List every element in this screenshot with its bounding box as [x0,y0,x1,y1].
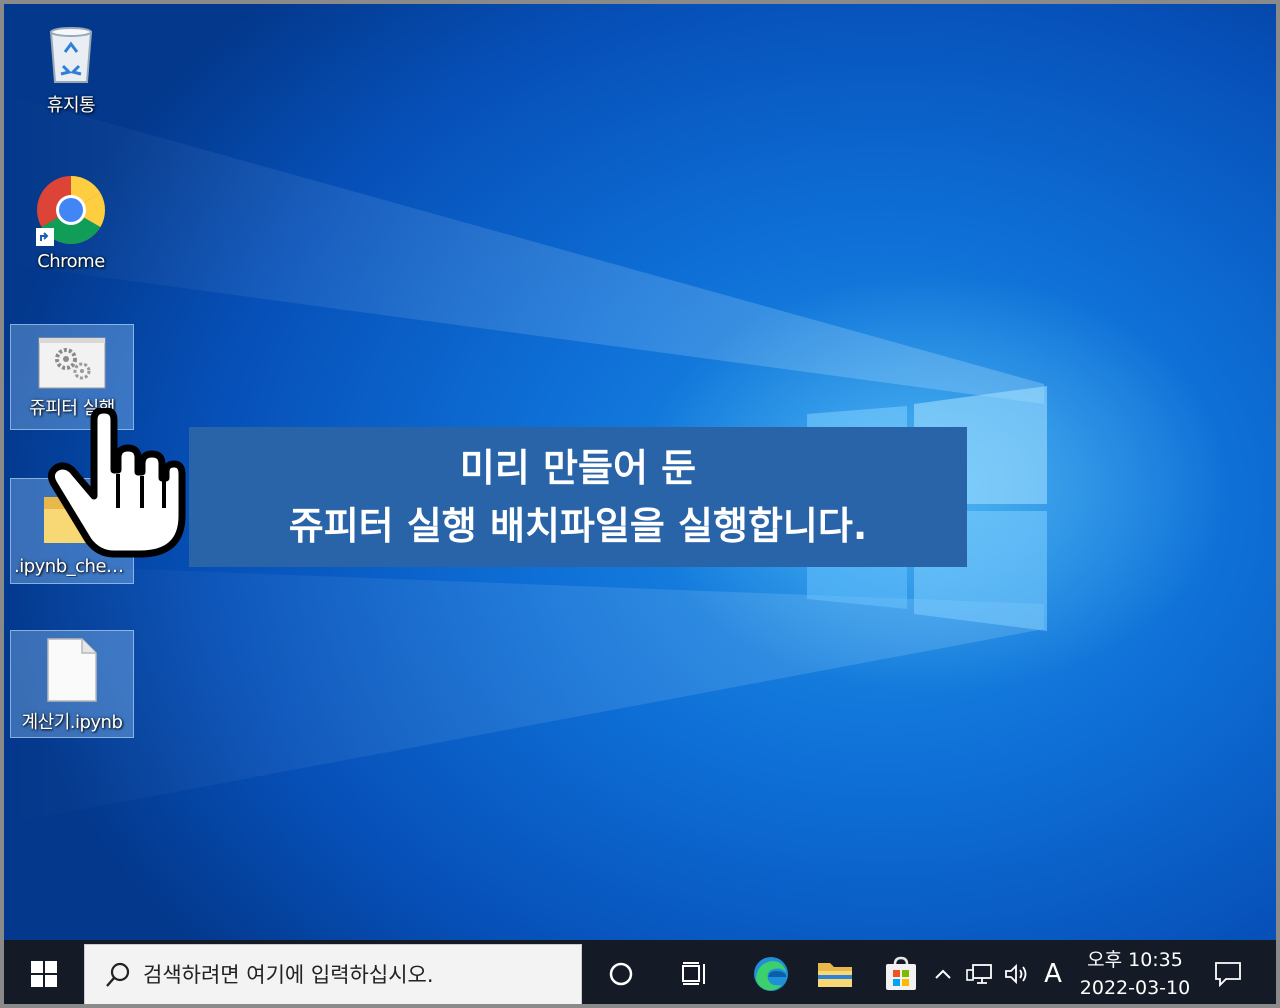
taskbar-file-explorer[interactable] [808,940,862,1004]
file-icon [47,638,97,702]
instruction-callout: 미리 만들어 둔 쥬피터 실행 배치파일을 실행합니다. [189,427,967,567]
batch-file-gear-icon [38,337,106,389]
cortana-circle-icon [609,962,633,986]
desktop-icon-label: Chrome [37,251,105,272]
start-button[interactable] [12,940,76,1004]
edge-icon [754,957,788,991]
callout-line-2: 쥬피터 실행 배치파일을 실행합니다. [288,504,868,548]
desktop-icon-label: .ipynb_chec... [14,556,132,577]
desktop-icon-label: 계산기.ipynb [21,712,123,733]
network-icon [966,964,992,984]
desktop[interactable]: 휴지통 Chrome 쥬피터 실행 .ipynb_chec... 계산기.ipy… [4,4,1276,940]
screenshot-frame: 휴지통 Chrome 쥬피터 실행 .ipynb_chec... 계산기.ipy… [0,0,1280,1008]
taskbar-search-box[interactable] [84,944,582,1004]
cortana-button[interactable] [592,940,650,1004]
speaker-icon [1005,963,1027,985]
task-view-icon [682,962,705,985]
taskbar-edge[interactable] [740,940,802,1004]
taskbar-clock[interactable]: 오후 10:35 2022-03-10 [1070,946,1200,1002]
taskbar: A 오후 10:35 2022-03-10 [4,940,1276,1004]
shortcut-arrow-icon [36,228,54,246]
desktop-icon-chrome[interactable]: Chrome [10,174,132,272]
chevron-up-icon [935,969,951,979]
ime-indicator[interactable]: A [1038,940,1068,1004]
desktop-icon-label: 휴지통 [46,95,96,116]
search-icon [106,962,130,987]
windows-start-icon [31,961,57,987]
taskbar-store[interactable] [874,940,928,1004]
callout-line-1: 미리 만들어 둔 [459,446,697,490]
show-hidden-icons-button[interactable] [932,940,954,1004]
desktop-icon-calculator-notebook[interactable]: 계산기.ipynb [10,630,134,738]
desktop-icon-recycle-bin[interactable]: 휴지통 [10,22,132,117]
clock-date: 2022-03-10 [1079,977,1191,999]
recycle-bin-icon [49,27,93,83]
file-explorer-icon [818,963,852,987]
task-view-button[interactable] [666,940,724,1004]
hand-pointer-icon [47,408,186,558]
volume-control[interactable] [1000,940,1034,1004]
network-status[interactable] [962,940,996,1004]
clock-time: 오후 10:35 [1087,949,1183,971]
notification-icon [1215,962,1241,987]
action-center-button[interactable] [1204,940,1252,1004]
search-input[interactable] [141,962,565,988]
microsoft-store-icon [886,956,916,990]
